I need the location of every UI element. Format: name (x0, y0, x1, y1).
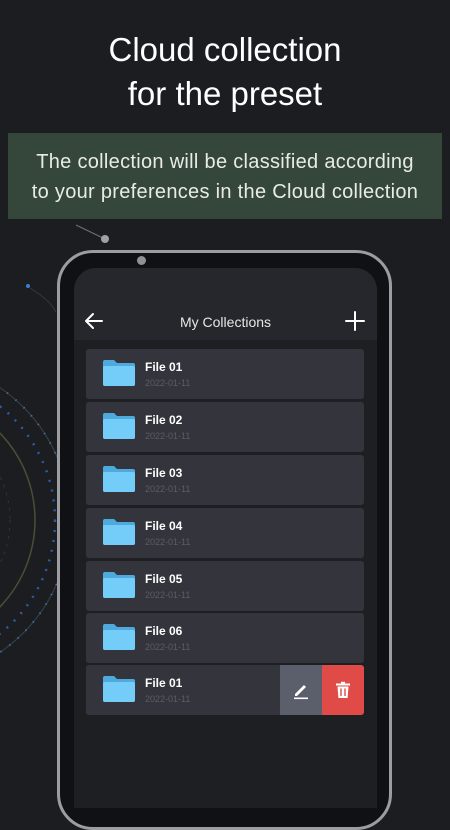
collection-item[interactable]: File 04 2022-01-11 (86, 508, 364, 558)
subtitle-line-2: to your preferences in the Cloud collect… (31, 181, 419, 203)
headline: Cloud collection for the preset (0, 28, 450, 116)
collection-item[interactable]: File 01 2022-01-11 (86, 349, 364, 399)
collection-item[interactable]: File 05 2022-01-11 (86, 561, 364, 611)
app-header: My Collections (74, 300, 377, 340)
delete-button[interactable] (322, 665, 364, 715)
folder-icon (103, 676, 135, 702)
subtitle-banner: The collection will be classified accord… (8, 133, 442, 219)
item-name: File 01 (145, 676, 183, 690)
folder-icon (103, 624, 135, 650)
item-date: 2022-01-11 (145, 431, 191, 441)
headline-line-1: Cloud collection (108, 31, 342, 68)
app-screen: My Collections File 01 2022-01-11 File 0… (74, 268, 377, 808)
item-date: 2022-01-11 (145, 642, 191, 652)
item-name: File 06 (145, 624, 183, 638)
item-date: 2022-01-11 (145, 590, 191, 600)
trash-icon (336, 681, 350, 698)
item-name: File 03 (145, 466, 183, 480)
item-name: File 02 (145, 413, 183, 427)
folder-icon (103, 466, 135, 492)
item-name: File 01 (145, 360, 183, 374)
folder-icon (103, 413, 135, 439)
edit-button[interactable] (280, 665, 322, 715)
folder-icon (103, 519, 135, 545)
pencil-icon (294, 685, 308, 700)
collection-item[interactable]: File 06 2022-01-11 (86, 613, 364, 663)
headline-line-2: for the preset (127, 75, 323, 112)
collection-item[interactable]: File 02 2022-01-11 (86, 402, 364, 452)
item-name: File 04 (145, 519, 183, 533)
item-date: 2022-01-11 (145, 694, 191, 704)
item-date: 2022-01-11 (145, 484, 191, 494)
camera-dot (137, 256, 146, 265)
subtitle-line-1: The collection will be classified accord… (36, 151, 414, 173)
item-name: File 05 (145, 572, 183, 586)
item-date: 2022-01-11 (145, 378, 191, 388)
plus-icon[interactable] (343, 309, 367, 333)
collection-item[interactable]: File 03 2022-01-11 (86, 455, 364, 505)
folder-icon (103, 572, 135, 598)
status-bar (74, 268, 377, 300)
item-date: 2022-01-11 (145, 537, 191, 547)
folder-icon (103, 360, 135, 386)
page-title: My Collections (179, 314, 272, 330)
collection-item-swiped[interactable]: File 01 2022-01-11 (86, 665, 364, 715)
